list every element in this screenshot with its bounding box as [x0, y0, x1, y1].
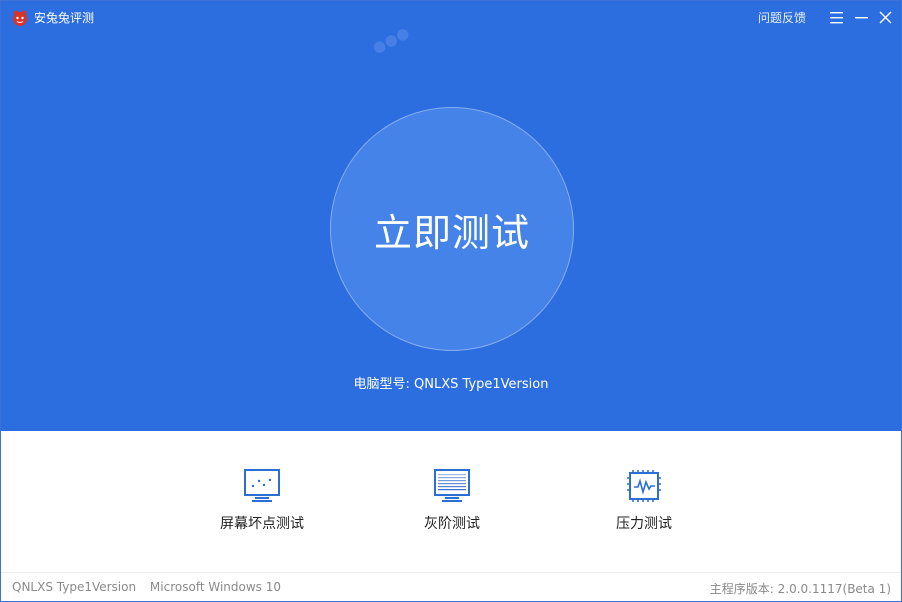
- stress-test-button[interactable]: 压力测试: [574, 467, 714, 537]
- hero-panel: 安兔兔评测 问题反馈 立即测试 电脑型号: QNLXS Type1Version…: [1, 1, 901, 431]
- minimize-icon: [855, 17, 868, 19]
- monitor-dots-icon: [244, 469, 280, 502]
- close-icon: [879, 11, 892, 24]
- title-bar: 安兔兔评测 问题反馈: [1, 1, 901, 35]
- os-name: Microsoft Windows 10: [149, 580, 281, 594]
- cpu-chip-icon: [627, 470, 661, 502]
- minimize-button[interactable]: [851, 7, 873, 29]
- computer-model-line: 电脑型号: QNLXS Type1Version: [1, 373, 901, 392]
- feedback-link[interactable]: 问题反馈: [758, 9, 806, 27]
- device-name: QNLXS Type1Version: [12, 580, 137, 594]
- menu-icon: [830, 12, 843, 24]
- grayscale-test-button[interactable]: 灰阶测试: [382, 467, 522, 537]
- dead-pixel-test-button[interactable]: 屏幕坏点测试: [192, 467, 332, 537]
- close-button[interactable]: [875, 7, 897, 29]
- start-test-label: 立即测试: [373, 210, 530, 255]
- stress-test-label: 压力测试: [616, 516, 672, 532]
- antutu-logo-icon: [13, 10, 27, 26]
- app-title: 安兔兔评测: [34, 11, 95, 25]
- computer-model-label: 电脑型号:: [353, 377, 410, 392]
- computer-model-value: QNLXS Type1Version: [414, 377, 549, 392]
- grayscale-test-label: 灰阶测试: [424, 516, 480, 532]
- dead-pixel-test-label: 屏幕坏点测试: [220, 516, 304, 532]
- status-bar: QNLXS Type1Version Microsoft Windows 10 …: [1, 572, 901, 601]
- grayscale-icon: [434, 469, 470, 502]
- program-version: 主程序版本: 2.0.0.1117(Beta 1): [709, 582, 891, 596]
- app-window: 安兔兔评测 问题反馈 立即测试 电脑型号: QNLXS Type1Version…: [0, 0, 902, 602]
- system-info: QNLXS Type1Version Microsoft Windows 10: [12, 580, 281, 594]
- start-test-button[interactable]: 立即测试: [330, 107, 574, 351]
- menu-button[interactable]: [826, 7, 848, 29]
